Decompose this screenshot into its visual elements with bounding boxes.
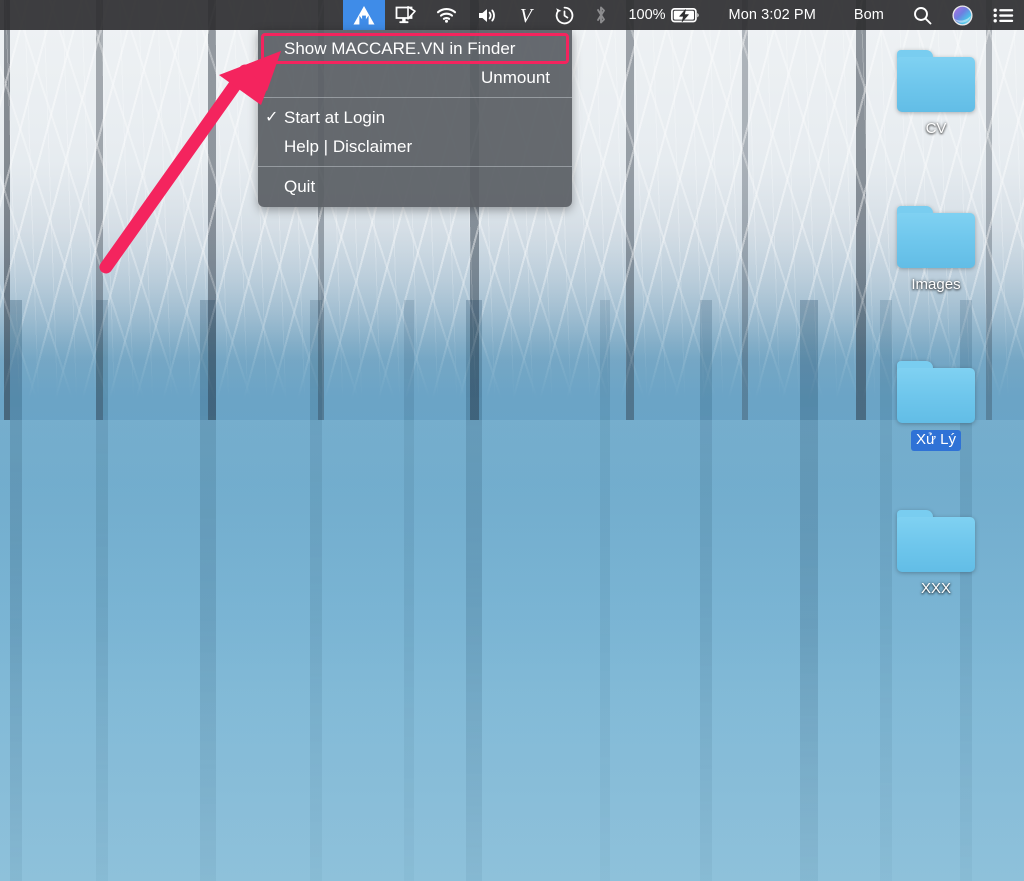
clock-label: Mon 3:02 PM <box>728 7 816 23</box>
menu-item-label: Quit <box>284 176 316 196</box>
desktop-icon-cv[interactable]: CV <box>888 50 984 140</box>
menubar-clock-item[interactable]: Mon 3:02 PM <box>710 0 835 30</box>
desktop-icon-xxx[interactable]: XXX <box>888 510 984 600</box>
menubar-bluetooth-item[interactable] <box>584 0 618 30</box>
maccare-m-logo-icon <box>353 5 375 25</box>
volume-icon <box>477 7 497 24</box>
folder-icon <box>897 206 975 268</box>
menu-item-label: Start at Login <box>284 107 386 127</box>
menubar-wifi-item[interactable] <box>426 0 467 30</box>
maccare-status-menu: Show MACCARE.VN in Finder Unmount ✓ Star… <box>258 30 572 207</box>
menu-bar: V 100% Mon 3:02 PM Bom <box>0 0 1024 30</box>
vietnamese-input-icon: V <box>517 5 535 25</box>
siri-icon <box>952 4 973 26</box>
wallpaper-water-sheen <box>0 420 1024 881</box>
battery-charging-icon <box>670 7 700 23</box>
menu-separator-2 <box>258 166 572 167</box>
folder-icon <box>897 50 975 112</box>
menu-item-show-in-finder[interactable]: Show MACCARE.VN in Finder <box>261 33 569 64</box>
svg-text:V: V <box>520 5 535 25</box>
notification-center-icon <box>993 8 1014 23</box>
desktop-icon-label: CV <box>925 120 947 137</box>
menu-item-help-disclaimer[interactable]: Help | Disclaimer <box>258 132 572 161</box>
user-name-label: Bom <box>853 7 884 23</box>
menu-separator-1 <box>258 97 572 98</box>
menu-item-label: Show MACCARE.VN in Finder <box>284 38 516 58</box>
menu-item-label: Unmount <box>481 67 550 87</box>
desktop-icon-label: Xử Lý <box>910 430 962 451</box>
checkmark-icon: ✓ <box>265 108 279 126</box>
desktop-icon-label: Images <box>911 276 961 293</box>
desktop: V 100% Mon 3:02 PM Bom Show MACCARE.VN i… <box>0 0 1024 881</box>
menubar-time-machine-item[interactable] <box>545 0 584 30</box>
menubar-user-item[interactable]: Bom <box>835 0 903 30</box>
time-machine-icon <box>555 6 574 25</box>
menubar-battery-item[interactable]: 100% <box>618 0 709 30</box>
desktop-icon-label: XXX <box>920 580 951 597</box>
battery-percent-label: 100% <box>628 7 666 23</box>
menu-item-start-at-login[interactable]: ✓ Start at Login <box>258 103 572 132</box>
folder-icon <box>897 361 975 423</box>
menubar-airplay-display-item[interactable] <box>385 0 426 30</box>
desktop-icon-images[interactable]: Images <box>888 206 984 296</box>
menu-item-label: Help | Disclaimer <box>284 136 413 156</box>
bluetooth-icon <box>594 5 608 25</box>
menubar-siri-item[interactable] <box>942 0 983 30</box>
menubar-maccare-status-item[interactable] <box>343 0 386 30</box>
menubar-notification-center-item[interactable] <box>983 0 1024 30</box>
folder-icon <box>897 510 975 572</box>
menubar-vietnamese-input-item[interactable]: V <box>507 0 545 30</box>
airplay-display-icon <box>395 6 417 24</box>
wifi-icon <box>436 7 457 23</box>
desktop-icon-xu-ly[interactable]: Xử Lý <box>888 361 984 451</box>
menu-item-quit[interactable]: Quit <box>258 172 572 201</box>
menubar-volume-item[interactable] <box>467 0 507 30</box>
menubar-spotlight-item[interactable] <box>903 0 942 30</box>
search-icon <box>913 6 932 25</box>
menu-item-unmount[interactable]: Unmount <box>258 63 572 92</box>
